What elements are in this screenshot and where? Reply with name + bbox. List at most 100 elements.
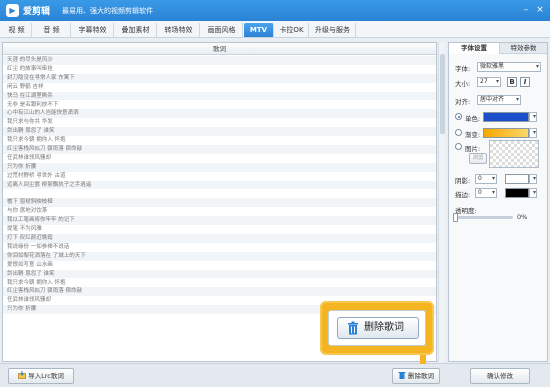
lyric-row[interactable]: 红尘客栈风似刀 骤雨落 宿命敲	[3, 145, 436, 154]
size-select-value: 27	[480, 78, 488, 85]
image-radio[interactable]	[455, 143, 462, 150]
font-select[interactable]: 微软雅黑 ▾	[477, 62, 541, 72]
shadow-select[interactable]: 0 ▾	[475, 174, 497, 184]
tab-font-settings[interactable]: 字体设置	[449, 43, 499, 54]
lyric-row[interactable]: 你泪如梨花洒落在 了城上的天下	[3, 251, 436, 261]
stroke-color-swatch[interactable]	[505, 188, 529, 198]
shadow-color-dropdown[interactable]: ▾	[529, 174, 537, 184]
shadow-color-swatch[interactable]	[505, 174, 529, 184]
lyric-row[interactable]: 提笔 不为风雅	[3, 225, 436, 234]
shadow-select-value: 0	[478, 175, 482, 182]
lyric-row[interactable]: 我说缘份 一如参禅不说话	[3, 243, 436, 252]
single-color-radio[interactable]	[455, 113, 462, 120]
lyric-row[interactable]: 檐下 窗棂斜映枝桠	[3, 198, 436, 208]
delete-lyrics-callout: 删除歌词	[322, 303, 432, 353]
app-logo-icon: ▶	[6, 4, 19, 17]
minimize-button[interactable]: –	[520, 4, 532, 16]
stroke-select-value: 0	[478, 189, 482, 196]
lyric-row[interactable]: 灯下 叹红颜近晚霞	[3, 234, 436, 243]
tab-transitions[interactable]: 转场特效	[158, 23, 200, 37]
lyric-row[interactable]: 剑出鞘 恩怨了 谁笑	[3, 269, 436, 279]
scrollbar-thumb[interactable]	[440, 54, 445, 134]
chevron-down-icon: ▾	[495, 78, 499, 85]
tab-subtitle-effects[interactable]: 字幕特效	[72, 23, 114, 37]
lyric-row[interactable]: 我只求今朝 拥你入 怀抱	[3, 279, 436, 288]
chevron-down-icon: ▾	[532, 175, 536, 182]
lyric-row[interactable]: 红尘 的故事叫牵挂	[3, 65, 436, 74]
lyric-row[interactable]	[3, 189, 436, 199]
lyric-row[interactable]: 我以工笔画将你牢牢 的记下	[3, 216, 436, 226]
align-label: 对齐:	[455, 98, 471, 106]
trash-icon	[398, 370, 406, 379]
tab-video[interactable]: 视 频	[2, 23, 32, 37]
stroke-color-dropdown[interactable]: ▾	[529, 188, 537, 198]
gradient-radio[interactable]	[455, 129, 462, 136]
lyric-row[interactable]: 远离人间尘嚣 柳絮飘执子之手逍遥	[3, 180, 436, 190]
lyric-row[interactable]: 快马 在江湖里撕杀	[3, 91, 436, 101]
stroke-select[interactable]: 0 ▾	[475, 188, 497, 198]
callout-delete-lyrics-button[interactable]: 删除歌词	[337, 317, 419, 339]
close-button[interactable]: ×	[534, 4, 546, 16]
opacity-label: 透明度:	[455, 207, 477, 215]
tab-upgrade-service[interactable]: 升级与服务	[310, 23, 356, 37]
delete-lyrics-label: 删除歌词	[408, 372, 434, 380]
import-lrc-label: 导入Lrc歌词	[28, 372, 64, 380]
lyric-row[interactable]: 爱恨如写意 山水画	[3, 261, 436, 270]
import-lrc-button[interactable]: 导入Lrc歌词	[8, 368, 74, 384]
lyric-row[interactable]: 剑出鞘 恩怨了 谁笑	[3, 127, 436, 137]
lyric-row[interactable]: 红尘客栈风似刀 骤雨落 宿命敲	[3, 287, 436, 297]
lyric-row[interactable]: 我只求今朝 拥你入 怀抱	[3, 136, 436, 145]
opacity-slider-track[interactable]	[455, 216, 513, 219]
tab-overlay-assets[interactable]: 叠加素材	[115, 23, 157, 37]
lyric-row[interactable]: 天涯 的尽头是风沙	[3, 56, 436, 65]
tab-mtv[interactable]: MTV	[244, 23, 274, 37]
gradient-label: 渐变:	[465, 131, 481, 139]
size-select[interactable]: 27 ▾	[477, 77, 501, 87]
browse-button[interactable]: 浏览	[469, 153, 487, 164]
lyric-row[interactable]: 无非 是名跟利放不下	[3, 101, 436, 110]
delete-lyrics-button[interactable]: 删除歌词	[392, 368, 440, 384]
lyric-row[interactable]: 我只求与你共 华发	[3, 118, 436, 127]
chevron-down-icon: ▾	[535, 63, 539, 70]
align-select-value: 居中对齐	[480, 96, 505, 103]
confirm-changes-button[interactable]: 确认修改	[470, 368, 530, 384]
align-select[interactable]: 居中对齐 ▾	[477, 95, 521, 105]
tab-effect-params[interactable]: 特效参数	[499, 43, 547, 54]
font-settings-panel: 字体设置 特效参数 字体: 微软雅黑 ▾ 大小: 27 ▾ B I 对齐: 居中…	[448, 42, 548, 362]
font-label: 字体:	[455, 65, 471, 73]
italic-button[interactable]: I	[520, 77, 530, 87]
tab-audio[interactable]: 音 频	[33, 23, 71, 37]
single-color-label: 单色:	[465, 115, 481, 123]
bottom-toolbar: 导入Lrc歌词 删除歌词 确认修改	[0, 363, 550, 387]
lyric-row[interactable]: 闲云 野鹤 吉祥	[3, 83, 436, 92]
tab-karaoke[interactable]: 卡拉OK	[275, 23, 309, 37]
callout-connector	[420, 352, 426, 364]
gradient-color-swatch[interactable]	[483, 128, 529, 138]
callout-delete-label: 删除歌词	[364, 322, 404, 333]
main-menu-bar: 视 频 音 频 字幕特效 叠加素材 转场特效 画面风格 MTV 卡拉OK 升级与…	[0, 21, 550, 38]
tab-picture-style[interactable]: 画面风格	[201, 23, 243, 37]
lyrics-scrollbar[interactable]	[438, 42, 445, 362]
lyric-row[interactable]: 只为你 折腰	[3, 162, 436, 172]
opacity-slider-knob[interactable]	[453, 213, 458, 222]
chevron-down-icon: ▾	[491, 189, 495, 196]
chevron-down-icon: ▾	[515, 96, 519, 103]
image-preview	[489, 140, 539, 168]
single-color-dropdown[interactable]: ▾	[529, 112, 537, 122]
bold-button[interactable]: B	[507, 77, 517, 87]
trash-icon	[347, 321, 359, 335]
size-label: 大小:	[455, 80, 471, 88]
chevron-down-icon: ▾	[532, 189, 536, 196]
gradient-dropdown[interactable]: ▾	[529, 128, 537, 138]
chevron-down-icon: ▾	[532, 113, 536, 120]
lyric-row[interactable]: 心中有江山的人岂能快意潇洒	[3, 109, 436, 119]
lyrics-column-header: 歌词	[3, 43, 436, 55]
chevron-down-icon: ▾	[491, 175, 495, 182]
lyric-row[interactable]: 任武林谁领风骚却	[3, 154, 436, 163]
single-color-swatch[interactable]	[483, 112, 529, 122]
image-label: 图片:	[465, 145, 481, 153]
lyric-row[interactable]: 与你 席地对饮茶	[3, 207, 436, 216]
lyric-row[interactable]: 过荒村野桥 寻世外 古道	[3, 172, 436, 181]
lyric-row[interactable]: 封刀隐没在寻常人家 东篱下	[3, 73, 436, 83]
shadow-label: 阴影:	[455, 177, 471, 185]
